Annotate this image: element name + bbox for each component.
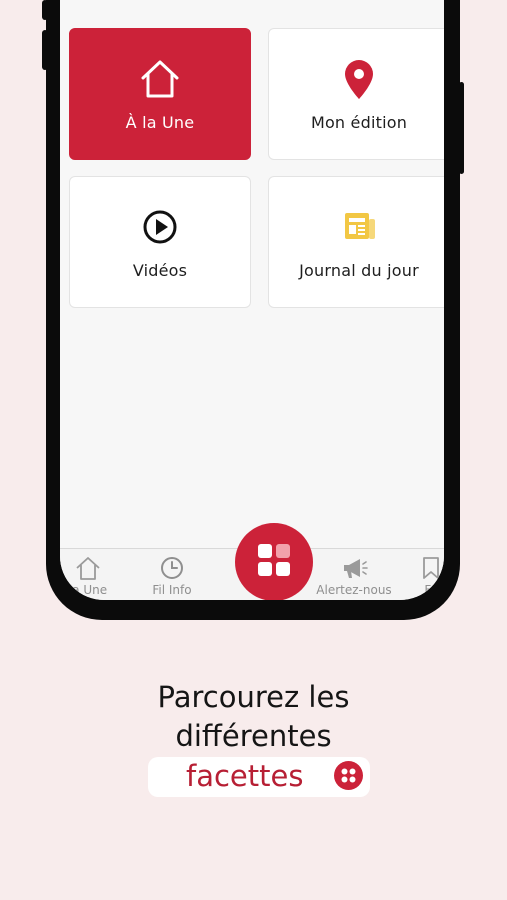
tile-label: Mon édition	[310, 112, 408, 132]
phone-side-button	[42, 0, 48, 20]
tile-videos[interactable]: Vidéos	[69, 176, 251, 308]
megaphone-icon	[306, 555, 402, 581]
caption-line: Parcourez les	[157, 680, 350, 714]
facettes-menu-button[interactable]	[235, 523, 313, 600]
phone-side-button	[42, 30, 48, 70]
caption-line: différentes	[175, 719, 332, 753]
tab-label: Alertez-nous	[316, 583, 392, 597]
tile-journal-du-jour[interactable]: Journal du jour	[268, 176, 444, 308]
tab-label: la Une	[68, 583, 108, 597]
tile-a-la-une[interactable]: À la Une	[69, 28, 251, 160]
tile-label: Journal du jour	[299, 260, 419, 280]
tab-label: Fa	[424, 583, 438, 597]
phone-side-button	[459, 82, 464, 174]
phone-frame: À la Une Mon édition Vidéos Journal du j…	[46, 0, 460, 620]
tab-fil-info[interactable]: Fil Info	[132, 555, 212, 597]
clock-icon	[132, 555, 212, 581]
grid-icon	[334, 761, 363, 790]
tab-alertez-nous[interactable]: Alertez-nous	[306, 555, 402, 597]
bookmark-icon	[406, 555, 444, 581]
home-icon	[138, 57, 182, 101]
newspaper-icon	[337, 205, 381, 249]
play-circle-icon	[138, 205, 182, 249]
tab-favoris[interactable]: Fa	[406, 555, 444, 597]
tile-label: Vidéos	[132, 260, 188, 280]
home-icon	[60, 555, 128, 581]
tab-a-la-une[interactable]: la Une	[60, 555, 128, 597]
caption-highlight-word: facettes	[186, 759, 304, 793]
grid-icon	[257, 543, 291, 581]
app-screen: À la Une Mon édition Vidéos Journal du j…	[60, 0, 444, 600]
location-pin-icon	[337, 57, 381, 101]
tab-label: Fil Info	[152, 583, 192, 597]
promo-caption: Parcourez les différentes	[0, 678, 507, 756]
tile-label: À la Une	[125, 112, 195, 132]
tile-mon-edition[interactable]: Mon édition	[268, 28, 444, 160]
